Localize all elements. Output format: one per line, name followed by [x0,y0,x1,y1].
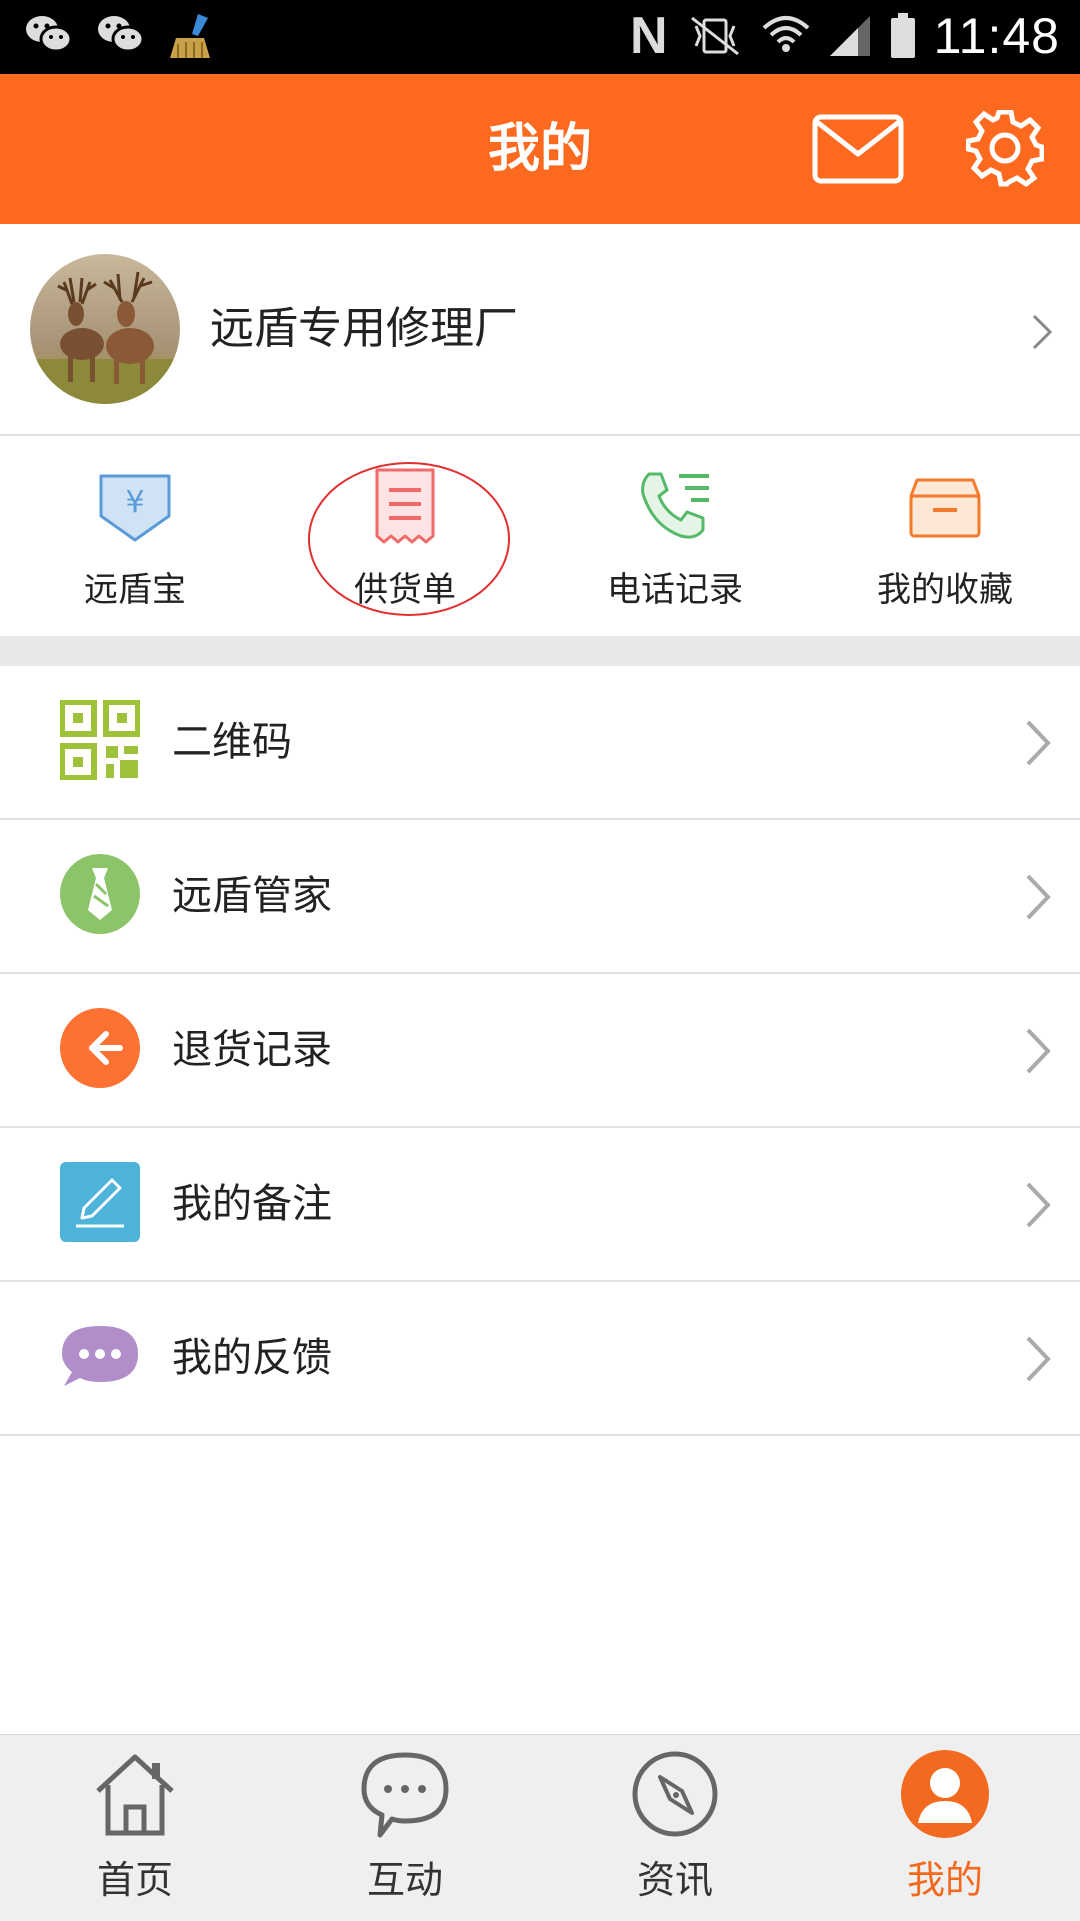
settings-button[interactable] [965,109,1045,188]
quick-action-call-log[interactable]: 电话记录 [540,436,810,636]
menu-list: 二维码 远盾管家 退货记录 我的备注 我的反馈 [0,666,1080,1436]
avatar[interactable] [30,254,180,404]
edit-note-icon [60,1162,140,1242]
quick-action-favorites[interactable]: 我的收藏 [810,436,1080,636]
nav-tab-label: 我的 [906,1858,983,1902]
wifi-icon [762,16,809,52]
home-icon [96,1754,174,1836]
menu-item-label: 二维码 [172,719,292,765]
menu-item-label: 远盾管家 [172,873,332,919]
cleaner-broom-icon [170,14,210,58]
highlight-annotation-ellipse [308,462,510,616]
return-arrow-icon [60,1008,140,1088]
wechat-icon [26,16,73,53]
section-divider [0,636,1080,666]
mail-button[interactable] [812,114,904,184]
menu-item-return-records[interactable]: 退货记录 [0,974,1080,1128]
wechat-icon [98,16,145,53]
nav-tab-label: 首页 [96,1858,173,1902]
user-icon [901,1750,989,1838]
menu-item-my-feedback[interactable]: 我的反馈 [0,1282,1080,1436]
menu-item-butler[interactable]: 远盾管家 [0,820,1080,974]
quick-actions: ¥ 远盾宝 供货单 电话记录 我的收藏 [0,436,1080,636]
menu-item-label: 我的反馈 [172,1335,332,1381]
profile-name: 远盾专用修理厂 [210,303,518,354]
status-time: 11:48 [933,8,1060,64]
profile-row[interactable]: 远盾专用修理厂 [0,224,1080,436]
status-bar: N 11:48 [0,0,1080,74]
quick-action-yuandunbao[interactable]: ¥ 远盾宝 [0,436,270,636]
qr-code-icon [60,700,140,780]
nav-tab-label: 资讯 [636,1858,713,1902]
deer-photo-image [30,254,180,404]
menu-item-label: 退货记录 [172,1027,332,1073]
nfc-icon: N [630,7,668,65]
chevron-right-icon [1026,720,1051,766]
quick-action-label: 我的收藏 [877,570,1013,610]
settings-gear-icon [965,109,1045,188]
quick-action-label: 远盾宝 [84,570,186,610]
menu-item-qr-code[interactable]: 二维码 [0,666,1080,820]
status-bar-left-icons [24,12,214,62]
menu-item-my-notes[interactable]: 我的备注 [0,1128,1080,1282]
nav-tab-interact[interactable]: 互动 [270,1735,540,1921]
chevron-right-icon [1026,1336,1051,1382]
chat-bubble-icon [361,1752,449,1838]
svg-text:¥: ¥ [125,485,144,520]
compass-icon [632,1751,718,1837]
nav-tab-news[interactable]: 资讯 [540,1735,810,1921]
page-title: 我的 [487,119,592,179]
tie-butler-icon [60,854,140,934]
battery-icon [890,13,915,58]
yuan-shield-icon: ¥ [99,474,171,542]
bottom-nav: 首页 互动 资讯 我的 [0,1734,1080,1921]
header-bar: 我的 [0,74,1080,224]
chevron-right-icon [1026,1182,1051,1228]
status-bar-right-icons: N 11:48 [630,6,1060,66]
quick-action-label: 电话记录 [607,570,743,610]
menu-item-label: 我的备注 [172,1181,332,1227]
nav-tab-home[interactable]: 首页 [0,1735,270,1921]
nav-tab-label: 互动 [366,1858,443,1902]
phone-log-icon [641,472,709,539]
chevron-right-icon [1026,1028,1051,1074]
chevron-right-icon [1032,314,1053,350]
mail-icon [812,114,904,184]
vibrate-mute-icon [690,16,739,56]
nav-tab-mine[interactable]: 我的 [810,1735,1080,1921]
signal-icon [829,16,870,56]
chevron-right-icon [1026,874,1051,920]
favorites-box-icon [909,478,981,538]
feedback-bubble-icon [62,1326,138,1386]
